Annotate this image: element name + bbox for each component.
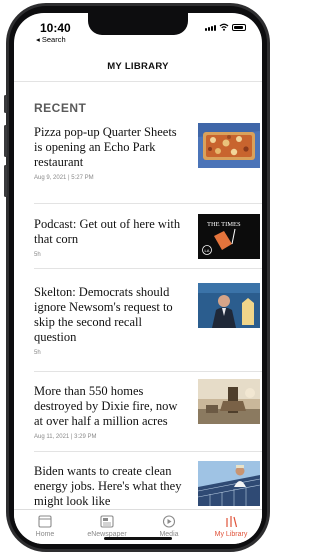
tab-home[interactable]: Home: [14, 510, 76, 544]
thumb-text: THE TIMES: [207, 221, 241, 228]
home-icon: [38, 515, 52, 528]
back-to-search-link[interactable]: ◂ Search: [36, 35, 66, 44]
library-icon: [226, 516, 238, 528]
home-indicator[interactable]: [104, 537, 172, 540]
article-meta: 5h: [34, 350, 41, 356]
side-button: [4, 95, 7, 113]
article-headline[interactable]: Skelton: Democrats should ignore Newsom'…: [34, 285, 182, 345]
article-headline[interactable]: Podcast: Get out of here with that corn: [34, 217, 182, 247]
battery-icon: [232, 24, 246, 31]
article-headline[interactable]: Biden wants to create clean energy jobs.…: [34, 464, 182, 509]
media-play-icon: [162, 515, 176, 528]
podcast-thumbnail[interactable]: THE TIMES LA: [198, 214, 260, 259]
divider: [34, 451, 262, 452]
article-headline[interactable]: More than 550 homes destroyed by Dixie f…: [34, 384, 182, 429]
status-icons: [205, 23, 246, 31]
fire-thumbnail[interactable]: [198, 379, 260, 424]
article-headline[interactable]: Pizza pop-up Quarter Sheets is opening a…: [34, 125, 182, 170]
tab-label: Home: [35, 531, 55, 538]
newspaper-icon: [100, 515, 114, 528]
signal-icon: [205, 25, 216, 31]
solar-worker-thumbnail[interactable]: [198, 461, 260, 506]
page-title: MY LIBRARY: [107, 61, 169, 72]
tab-label: My Library: [214, 531, 248, 538]
newsom-thumbnail[interactable]: [198, 283, 260, 328]
section-title: RECENT: [34, 101, 87, 115]
svg-text:LA: LA: [205, 248, 210, 253]
header-bar: MY LIBRARY: [14, 53, 262, 82]
divider: [34, 268, 262, 269]
pizza-thumbnail[interactable]: [198, 123, 260, 168]
tab-my-library[interactable]: My Library: [200, 510, 262, 544]
side-button: [4, 165, 7, 197]
divider: [34, 371, 262, 372]
status-time: 10:40: [40, 21, 71, 35]
side-button: [4, 125, 7, 157]
wifi-icon: [219, 23, 229, 31]
notch: [88, 13, 188, 35]
article-meta: Aug 9, 2021 | 5:27 PM: [34, 175, 94, 181]
divider: [34, 203, 262, 204]
article-meta: Aug 11, 2021 | 3:29 PM: [34, 434, 97, 440]
app-screen: 10:40 ◂ Search MY LIBRARY RECENT Pizza p…: [14, 13, 262, 544]
